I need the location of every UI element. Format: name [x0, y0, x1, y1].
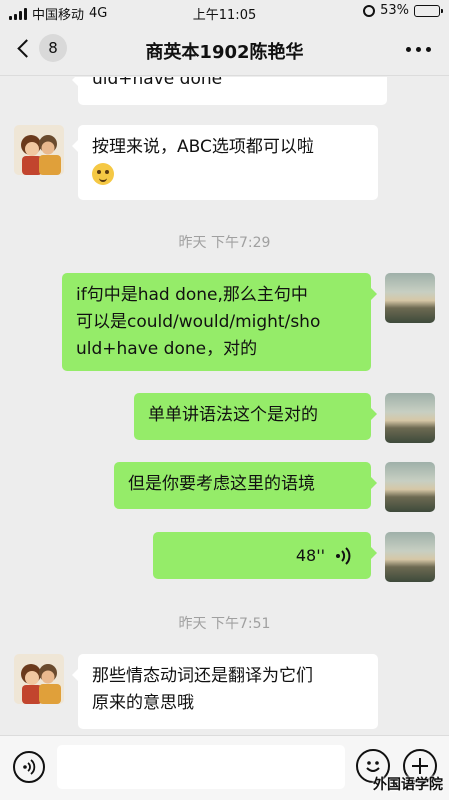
timestamp: 昨天 下午7:29 — [178, 235, 271, 251]
chat-header: 8 商英本1902陈艳华 — [0, 24, 449, 76]
message-text: 单单讲语法这个是对的 — [148, 405, 318, 425]
watermark: 外国语学院 — [373, 777, 443, 793]
message-line: if句中是had done,那么主句中 — [76, 285, 308, 305]
message-line: 那些情态动词还是翻译为它们 — [92, 666, 313, 686]
message-text: 但是你要考虑这里的语境 — [128, 474, 315, 494]
message-bubble-incoming[interactable]: uld+have done — [72, 77, 387, 105]
message-line: 原来的意思哦 — [92, 693, 194, 713]
message-bubble-outgoing[interactable]: 但是你要考虑这里的语境 — [114, 462, 377, 509]
more-icon — [406, 47, 431, 52]
chat-title: 商英本1902陈艳华 — [145, 42, 304, 63]
message-bubble-incoming[interactable]: 按理来说，ABC选项都可以啦 — [72, 125, 378, 200]
voice-icon — [23, 759, 36, 775]
message-bubble-outgoing[interactable]: 单单讲语法这个是对的 — [134, 393, 377, 440]
more-button[interactable] — [406, 47, 431, 52]
avatar-sender[interactable] — [14, 125, 64, 175]
status-bar: 中国移动 4G 上午11:05 53% — [0, 0, 449, 24]
message-input[interactable] — [57, 745, 345, 789]
message-bubble-incoming[interactable]: 那些情态动词还是翻译为它们 原来的意思哦 — [72, 654, 378, 729]
message-text: uld+have done — [92, 77, 223, 89]
message-line: 可以是could/would/might/sho — [76, 312, 321, 332]
emoji-icon — [92, 163, 114, 185]
alarm-icon — [363, 4, 376, 17]
message-line: uld+have done，对的 — [76, 339, 258, 359]
battery-percent: 53% — [380, 3, 409, 18]
message-bubble-outgoing[interactable]: if句中是had done,那么主句中 可以是could/would/might… — [62, 273, 377, 371]
voice-duration: 48'' — [295, 546, 325, 565]
avatar-self[interactable] — [385, 532, 435, 582]
battery-icon — [414, 4, 443, 17]
message-list[interactable]: uld+have done 按理来说，ABC选项都可以啦 昨天 下午7:29 i… — [0, 77, 449, 735]
avatar-self[interactable] — [385, 273, 435, 323]
voice-toggle-button[interactable] — [13, 751, 45, 783]
input-bar: 外国语学院 — [0, 735, 449, 800]
voice-wave-icon — [336, 547, 351, 565]
message-text: 按理来说，ABC选项都可以啦 — [92, 137, 314, 157]
voice-message-bubble[interactable]: 48'' — [153, 532, 377, 579]
avatar-self[interactable] — [385, 393, 435, 443]
timestamp: 昨天 下午7:51 — [178, 616, 271, 632]
avatar-sender[interactable] — [14, 654, 64, 704]
avatar-self[interactable] — [385, 462, 435, 512]
